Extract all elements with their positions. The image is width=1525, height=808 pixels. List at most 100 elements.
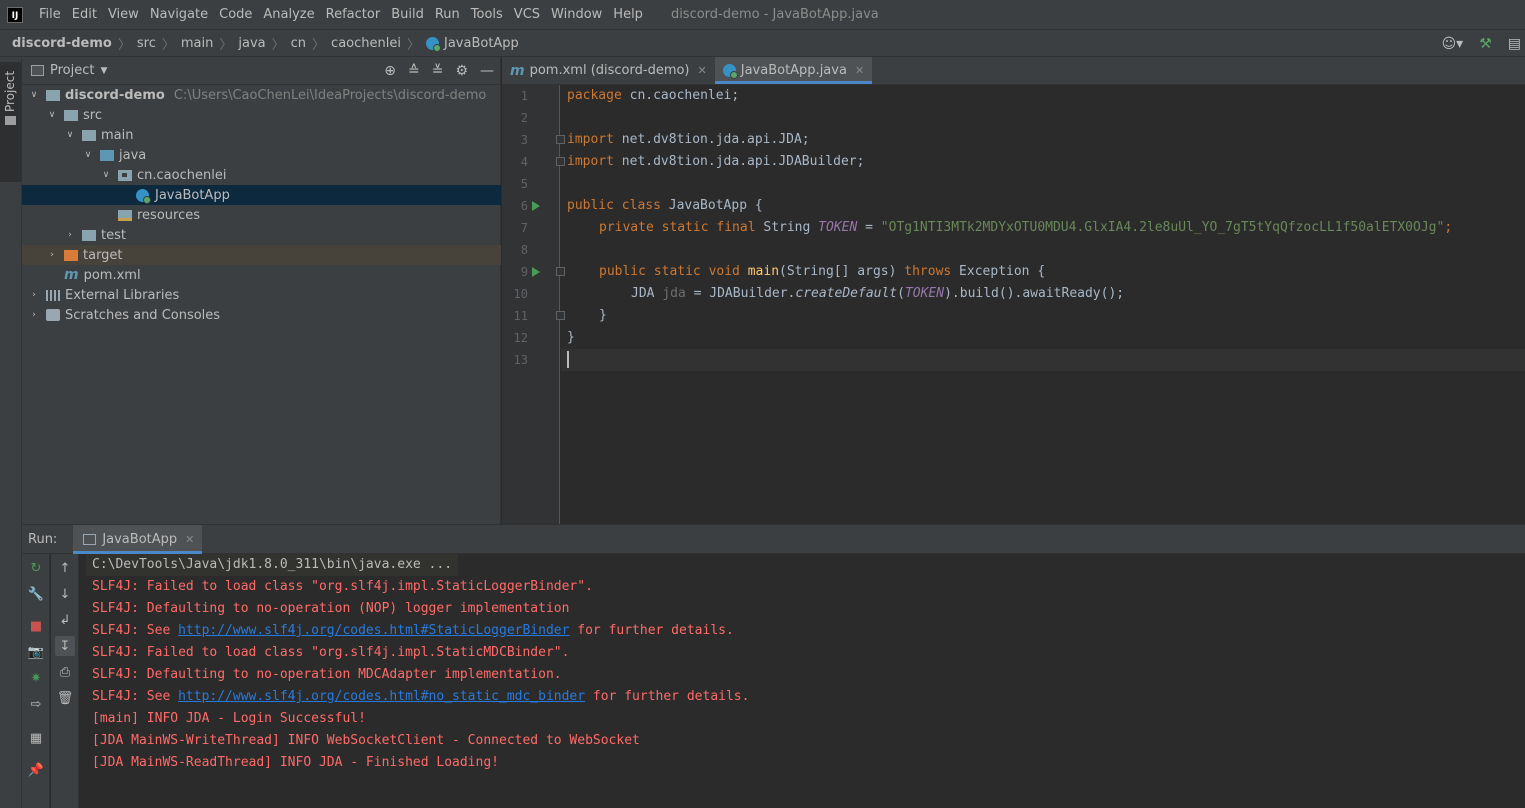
arrow-down-icon[interactable]: ↓ — [57, 586, 73, 602]
menu-view[interactable]: View — [103, 0, 145, 29]
menu-tools[interactable]: Tools — [466, 0, 509, 29]
stop-icon[interactable]: ■ — [28, 618, 44, 634]
run-toolbar-secondary: ↑ ↓ ↲ ↧ ⎙ 🗑 — [51, 554, 79, 808]
close-icon[interactable]: ✕ — [698, 64, 707, 77]
console-line: SLF4J: Defaulting to no-operation MDCAda… — [92, 667, 562, 682]
folder-icon — [82, 229, 96, 241]
breadcrumb-project[interactable]: discord-demo — [12, 36, 112, 51]
close-icon[interactable]: ✕ — [855, 64, 864, 77]
chevron-down-icon[interactable]: ▼ — [100, 66, 107, 76]
breadcrumb-java[interactable]: java — [238, 36, 265, 51]
run-gutter-icon[interactable] — [532, 201, 540, 211]
project-path: C:\Users\CaoChenLei\IdeaProjects\discord… — [173, 87, 487, 103]
exit-icon[interactable]: ⇨ — [28, 696, 44, 712]
trash-icon[interactable]: 🗑 — [57, 690, 74, 706]
print-icon[interactable]: ⎙ — [57, 664, 73, 680]
folder-icon — [64, 109, 78, 121]
tab-javabotapp[interactable]: JavaBotApp.java ✕ — [714, 57, 873, 84]
tree-item-test[interactable]: › test — [22, 225, 501, 245]
console-link[interactable]: http://www.slf4j.org/codes.html#StaticLo… — [178, 623, 569, 638]
menu-code[interactable]: Code — [214, 0, 258, 29]
menu-edit[interactable]: Edit — [67, 0, 103, 29]
menu-window[interactable]: Window — [546, 0, 608, 29]
chevron-down-icon[interactable]: ∨ — [82, 150, 94, 160]
soft-wrap-icon[interactable]: ↲ — [57, 612, 73, 628]
locate-file-icon[interactable]: ⊕ — [384, 63, 396, 79]
pin-icon[interactable]: 📌 — [28, 762, 44, 778]
line-number: 11 — [513, 309, 528, 323]
chevron-down-icon[interactable]: ∨ — [28, 90, 40, 100]
breadcrumb-separator-icon: 〉 — [219, 37, 233, 53]
breadcrumb-class[interactable]: JavaBotApp — [425, 36, 519, 52]
console-line: SLF4J: See http://www.slf4j.org/codes.ht… — [92, 620, 734, 642]
console-output[interactable]: C:\DevTools\Java\jdk1.8.0_311\bin\java.e… — [80, 554, 1525, 808]
console-line: SLF4J: Failed to load class "org.slf4j.i… — [92, 579, 593, 594]
project-view-selector[interactable]: Project — [50, 63, 94, 78]
arrow-up-icon[interactable]: ↑ — [57, 560, 73, 576]
breadcrumb-src[interactable]: src — [137, 36, 156, 51]
expand-all-icon[interactable]: ≙ — [408, 63, 420, 79]
chevron-down-icon[interactable]: ∨ — [100, 170, 112, 180]
tab-pom[interactable]: m pom.xml (discord-demo) ✕ — [502, 57, 715, 84]
minimize-icon[interactable]: — — [480, 63, 494, 79]
breadcrumb-main[interactable]: main — [181, 36, 213, 51]
menu-navigate[interactable]: Navigate — [145, 0, 214, 29]
run-config-icon[interactable]: ▤ — [1508, 36, 1521, 52]
tree-item-javabotapp[interactable]: JavaBotApp — [22, 185, 501, 205]
tree-item-package[interactable]: ∨ cn.caochenlei — [22, 165, 501, 185]
breadcrumb-cn[interactable]: cn — [291, 36, 306, 51]
chevron-down-icon[interactable]: ∨ — [46, 110, 58, 120]
nav-toolbar: ☺▾ ⚒ ▤ — [1442, 30, 1525, 57]
tree-item-src[interactable]: ∨ src — [22, 105, 501, 125]
wrench-icon[interactable]: 🔧 — [28, 586, 44, 602]
menu-help[interactable]: Help — [608, 0, 649, 29]
chevron-down-icon[interactable]: ∨ — [64, 130, 76, 140]
user-dropdown-icon[interactable]: ☺▾ — [1442, 36, 1464, 52]
scroll-to-end-icon[interactable]: ↧ — [55, 636, 75, 656]
breadcrumb-caochenlei[interactable]: caochenlei — [331, 36, 401, 51]
tree-item-main[interactable]: ∨ main — [22, 125, 501, 145]
chevron-right-icon[interactable]: › — [46, 250, 58, 260]
code-token: JDA — [631, 286, 663, 301]
code-token: cn.caochenlei; — [621, 88, 740, 103]
camera-icon[interactable]: 📷 — [28, 644, 44, 660]
gear-icon[interactable]: ⚙ — [455, 63, 468, 79]
tree-item-resources[interactable]: resources — [22, 205, 501, 225]
menu-refactor[interactable]: Refactor — [321, 0, 387, 29]
build-hammer-icon[interactable]: ⚒ — [1479, 36, 1492, 52]
run-toolbar-primary: ↻ 🔧 ■ 📷 ✷ ⇨ ▦ 📌 — [22, 554, 50, 808]
code-token: JavaBotApp { — [660, 198, 763, 213]
rerun-icon[interactable]: ↻ — [28, 560, 44, 576]
tree-item-scratches[interactable]: › Scratches and Consoles — [22, 305, 501, 325]
chevron-right-icon[interactable]: › — [28, 310, 40, 320]
tree-item-target[interactable]: › target — [22, 245, 501, 265]
menu-build[interactable]: Build — [386, 0, 430, 29]
menu-analyze[interactable]: Analyze — [258, 0, 320, 29]
code-area[interactable]: package cn.caochenlei; import net.dv8tio… — [561, 85, 1525, 524]
project-stripe-button[interactable]: Project — [0, 62, 21, 182]
tree-item-java[interactable]: ∨ java — [22, 145, 501, 165]
run-tab-javabotapp[interactable]: JavaBotApp ✕ — [73, 524, 203, 554]
menu-bar: IJ File Edit View Navigate Code Analyze … — [0, 0, 1525, 29]
close-icon[interactable]: ✕ — [185, 533, 194, 546]
chevron-right-icon[interactable]: › — [64, 230, 76, 240]
tree-item-discord-demo[interactable]: ∨ discord-demo C:\Users\CaoChenLei\IdeaP… — [22, 85, 501, 105]
menu-file[interactable]: File — [34, 0, 67, 29]
editor-tabs: m pom.xml (discord-demo) ✕ JavaBotApp.ja… — [502, 57, 1525, 85]
tree-item-label: Scratches and Consoles — [65, 307, 221, 323]
chevron-right-icon[interactable]: › — [28, 290, 40, 300]
tree-item-label: JavaBotApp — [155, 187, 230, 203]
tree-item-pom[interactable]: m pom.xml — [22, 265, 501, 285]
menu-vcs[interactable]: VCS — [509, 0, 546, 29]
collapse-all-icon[interactable]: ≚ — [432, 63, 444, 79]
debug-bug-icon[interactable]: ✷ — [28, 670, 44, 686]
console-link[interactable]: http://www.slf4j.org/codes.html#no_stati… — [178, 689, 585, 704]
code-token: public static void — [599, 264, 740, 279]
menu-run[interactable]: Run — [430, 0, 466, 29]
breadcrumb-separator-icon: 〉 — [161, 37, 175, 53]
console-text: SLF4J: See — [92, 623, 179, 638]
run-gutter-icon[interactable] — [532, 267, 540, 277]
layout-icon[interactable]: ▦ — [28, 730, 44, 746]
java-class-icon — [425, 36, 441, 52]
tree-item-external-libraries[interactable]: › External Libraries — [22, 285, 501, 305]
